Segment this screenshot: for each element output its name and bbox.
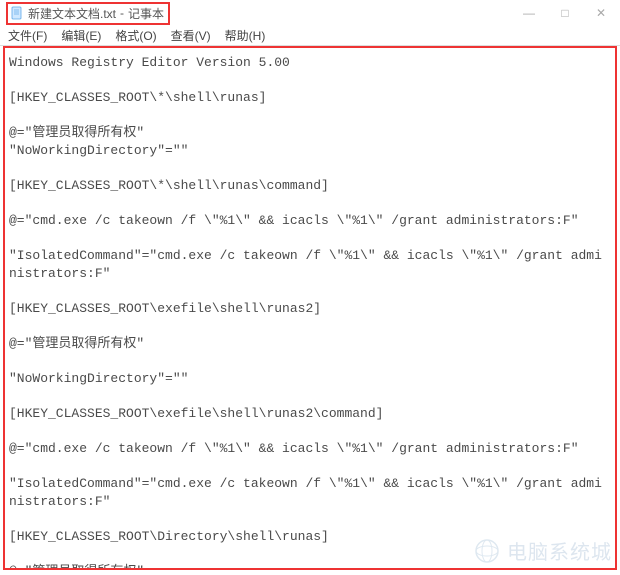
window-title-filename: 新建文本文档.txt [28,5,116,22]
notepad-file-icon [10,6,24,20]
menu-format[interactable]: 格式(O) [115,27,156,44]
title-highlight-box: 新建文本文档.txt - 记事本 [6,2,170,25]
menu-view[interactable]: 查看(V) [171,27,211,44]
menu-file[interactable]: 文件(F) [8,27,47,44]
menu-help[interactable]: 帮助(H) [225,27,266,44]
close-button[interactable]: ✕ [594,6,608,20]
window-title-separator: - [120,6,124,20]
menubar: 文件(F) 编辑(E) 格式(O) 查看(V) 帮助(H) [0,26,620,46]
menu-edit[interactable]: 编辑(E) [61,27,101,44]
maximize-button[interactable]: □ [558,6,572,20]
window-controls: — □ ✕ [522,6,614,20]
titlebar: 新建文本文档.txt - 记事本 — □ ✕ [0,0,620,26]
minimize-button[interactable]: — [522,6,536,20]
content-highlight-box: Windows Registry Editor Version 5.00 [HK… [3,46,617,570]
notepad-text-area[interactable]: Windows Registry Editor Version 5.00 [HK… [5,48,615,570]
window-title-appname: 记事本 [128,5,164,22]
